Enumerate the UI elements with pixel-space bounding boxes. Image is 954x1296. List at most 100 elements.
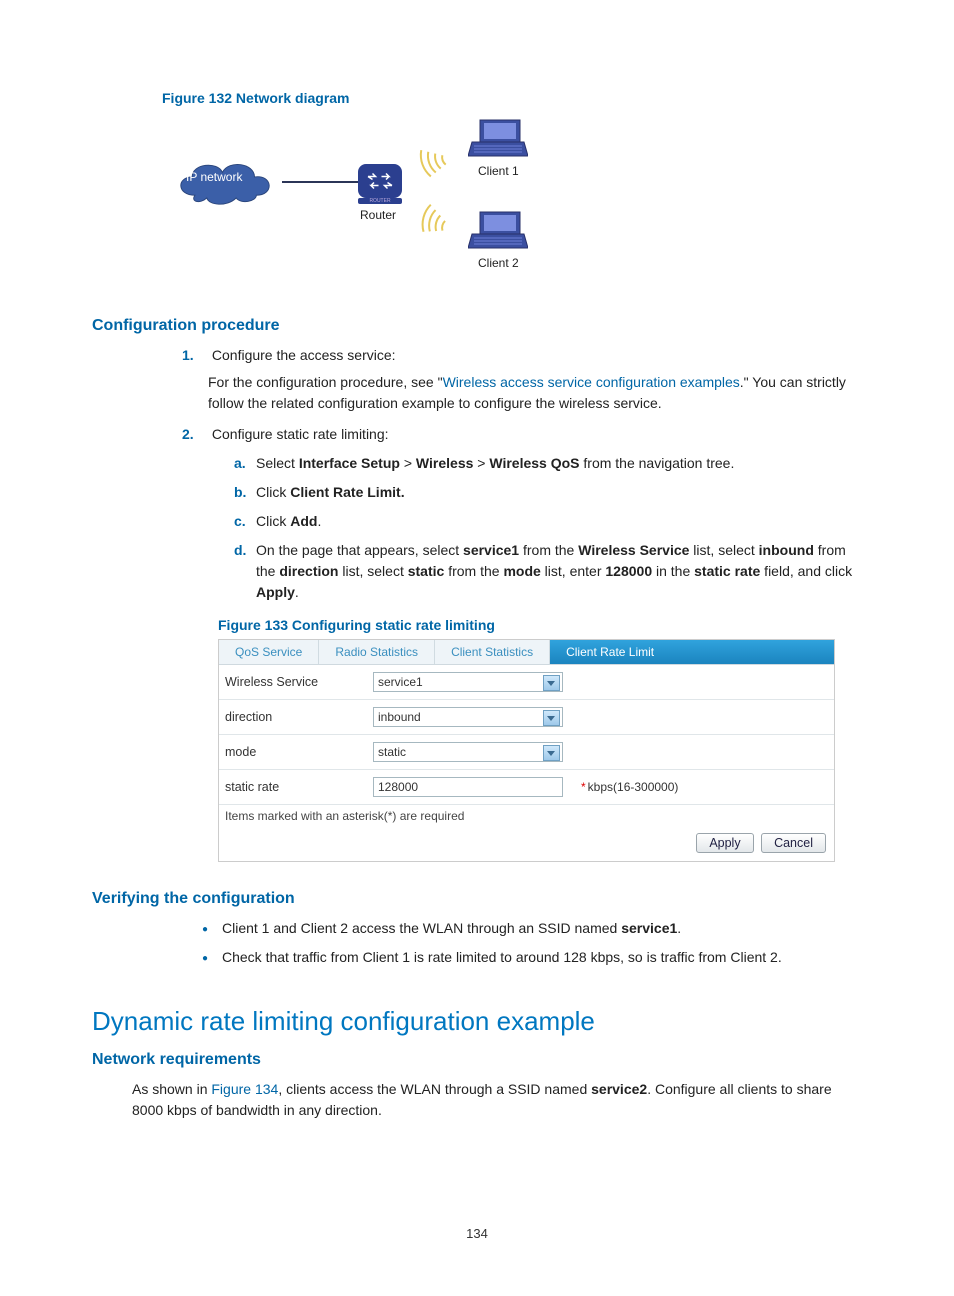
bullet-item: ● Check that traffic from Client 1 is ra… [202,947,862,968]
bold: Interface Setup [299,455,400,471]
step-number: 1. [182,345,208,366]
bold: mode [503,563,540,579]
text: Select [256,455,299,471]
text: from the [444,563,503,579]
client2-label: Client 2 [478,256,519,270]
substep-label: b. [234,482,256,503]
text: list, select [338,563,407,579]
bold: Wireless Service [578,542,689,558]
tab-radio-statistics[interactable]: Radio Statistics [319,640,435,664]
text: As shown in [132,1081,211,1097]
bullet-icon: ● [202,922,222,939]
tab-client-statistics[interactable]: Client Statistics [435,640,550,664]
router-strip: ROUTER [358,198,402,204]
bold: Add [290,513,317,529]
bold: Wireless [416,455,473,471]
bold: service1 [463,542,519,558]
text: > [400,455,416,471]
step-2: 2. Configure static rate limiting: a. Se… [182,424,862,603]
heading-dynamic-example: Dynamic rate limiting configuration exam… [92,1006,862,1037]
config-panel: QoS Service Radio Statistics Client Stat… [218,639,835,862]
row-static-rate: static rate 128000 *kbps(16-300000) [219,770,834,805]
row-wireless-service: Wireless Service service1 [219,665,834,700]
network-requirements-paragraph: As shown in Figure 134, clients access t… [132,1079,862,1121]
text: > [473,455,489,471]
field-label: Wireless Service [225,675,373,689]
heading-verifying: Verifying the configuration [92,890,862,908]
substep-a: a. Select Interface Setup > Wireless > W… [234,453,862,474]
bold: service1 [621,920,677,936]
text: Client 1 and Client 2 access the WLAN th… [222,920,621,936]
field-label: static rate [225,780,373,794]
substep-label: c. [234,511,256,532]
text: Click [256,484,290,500]
text: from the [519,542,578,558]
text: On the page that appears, select [256,542,463,558]
direction-select[interactable]: inbound [373,707,563,727]
bold: direction [279,563,338,579]
text: field, and click [760,563,852,579]
tab-qos-service[interactable]: QoS Service [219,640,319,664]
bold: 128000 [605,563,652,579]
cancel-button[interactable]: Cancel [761,833,826,853]
text: kbps(16-300000) [588,780,679,794]
row-mode: mode static [219,735,834,770]
bullet-icon: ● [202,951,222,968]
text: Check that traffic from Client 1 is rate… [222,947,862,968]
client1-label: Client 1 [478,164,519,178]
laptop-icon [468,118,528,160]
text: list, enter [541,563,606,579]
heading-network-requirements: Network requirements [92,1051,862,1069]
router-label: Router [360,208,396,222]
bold: static rate [694,563,760,579]
substep-c: c. Click Add. [234,511,862,532]
text: . [295,584,299,600]
bullet-item: ● Client 1 and Client 2 access the WLAN … [202,918,862,939]
text: , clients access the WLAN through a SSID… [278,1081,591,1097]
text: from the navigation tree. [580,455,735,471]
link-figure-134[interactable]: Figure 134 [211,1081,278,1097]
step-1: 1. Configure the access service: For the… [182,345,862,414]
bold: inbound [759,542,814,558]
bold: Apply [256,584,295,600]
cloud-label: IP network [186,170,242,184]
step-text: Configure the access service: [212,347,396,363]
figure-133-caption: Figure 133 Configuring static rate limit… [218,617,862,633]
mode-select[interactable]: static [373,742,563,762]
figure-132-caption: Figure 132 Network diagram [162,90,862,106]
page-number: 134 [0,1226,954,1241]
laptop-icon [468,210,528,252]
field-label: mode [225,745,373,759]
text: Click [256,513,290,529]
step-number: 2. [182,424,208,445]
step-1-sub: For the configuration procedure, see "Wi… [208,372,862,414]
link-wireless-examples[interactable]: Wireless access service configuration ex… [443,374,740,390]
apply-button[interactable]: Apply [696,833,753,853]
text: . [677,920,681,936]
wifi-icon [416,201,466,248]
bold: service2 [591,1081,647,1097]
text: list, select [689,542,758,558]
text: For the configuration procedure, see " [208,374,443,390]
substep-label: d. [234,540,256,603]
wifi-icon [415,136,467,185]
tabs: QoS Service Radio Statistics Client Stat… [219,640,834,665]
field-label: direction [225,710,373,724]
router-icon [358,164,402,198]
row-direction: direction inbound [219,700,834,735]
text: in the [652,563,694,579]
substep-d: d. On the page that appears, select serv… [234,540,862,603]
tab-client-rate-limit[interactable]: Client Rate Limit [550,640,834,664]
heading-config-procedure: Configuration procedure [92,317,862,335]
substep-label: a. [234,453,256,474]
static-rate-input[interactable]: 128000 [373,777,563,797]
wireless-service-select[interactable]: service1 [373,672,563,692]
step-text: Configure static rate limiting: [212,426,389,442]
required-note: Items marked with an asterisk(*) are req… [219,805,834,827]
bold: static [408,563,445,579]
text: . [317,513,321,529]
bold: Wireless QoS [489,455,579,471]
link-line [282,181,358,183]
substep-b: b. Click Client Rate Limit. [234,482,862,503]
rate-unit-hint: *kbps(16-300000) [581,780,678,794]
